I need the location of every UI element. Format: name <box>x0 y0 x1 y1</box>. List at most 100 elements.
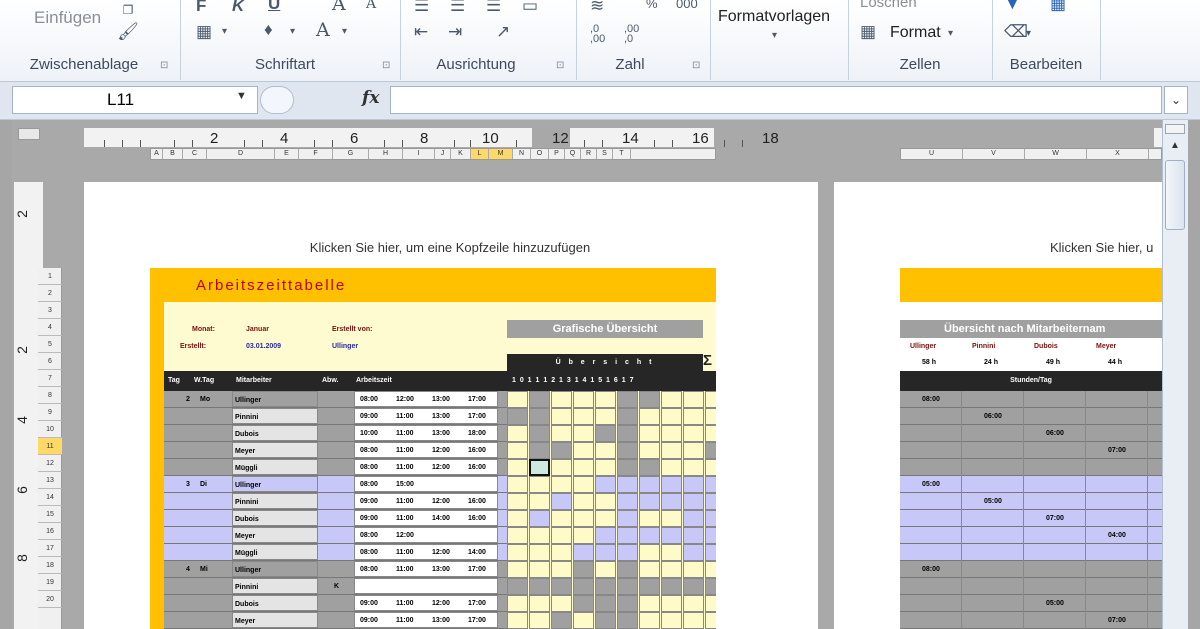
increase-indent-icon[interactable]: ⇥ <box>448 22 462 42</box>
timeline-cell[interactable] <box>551 510 572 527</box>
timeline-cell[interactable] <box>661 612 682 629</box>
column-header[interactable]: L <box>471 149 489 159</box>
summary-cell[interactable] <box>1024 476 1086 493</box>
timeline-cell[interactable] <box>661 578 682 595</box>
name-box[interactable]: L11 <box>12 86 258 114</box>
column-header[interactable]: G <box>333 149 369 159</box>
timeline-cell[interactable] <box>551 391 572 408</box>
chevron-down-icon[interactable]: ▾ <box>222 22 227 42</box>
column-header[interactable]: N <box>513 149 531 159</box>
row-header[interactable]: 4 <box>38 319 62 336</box>
timeline-cell[interactable] <box>639 459 660 476</box>
header-placeholder[interactable]: Klicken Sie hier, u <box>1050 240 1162 255</box>
mitarbeiter-cell[interactable]: Pinnini <box>232 578 318 594</box>
timeline-cell[interactable] <box>661 442 682 459</box>
currency-icon[interactable]: ≋ <box>590 0 604 16</box>
clipboard-launcher-icon[interactable]: ⊡ <box>160 60 168 71</box>
bold-button[interactable]: F <box>196 0 206 16</box>
summary-cell[interactable] <box>900 578 962 595</box>
timeline-cell[interactable] <box>661 544 682 561</box>
time-cell[interactable]: 13:00 <box>432 391 450 408</box>
row-header[interactable]: 9 <box>38 404 62 421</box>
grow-font-button[interactable]: A <box>332 0 346 14</box>
timeline-cell[interactable] <box>683 578 704 595</box>
timeline-cell[interactable] <box>705 391 716 408</box>
format-cells-icon[interactable]: ▦ <box>860 22 876 42</box>
time-cell[interactable]: 12:00 <box>396 391 414 408</box>
column-header[interactable]: O <box>531 149 549 159</box>
summary-cell[interactable] <box>962 578 1024 595</box>
thousands-button[interactable]: 000 <box>676 0 698 14</box>
time-cell[interactable]: 08:00 <box>360 476 378 493</box>
timeline-cell[interactable] <box>617 408 638 425</box>
summary-cell[interactable] <box>900 527 962 544</box>
row-header[interactable]: 20 <box>38 591 62 608</box>
row-header[interactable]: 3 <box>38 302 62 319</box>
time-cell[interactable]: 10:00 <box>360 425 378 442</box>
table-row[interactable]: Dubois 09:00 11:00 14:00 16:00 <box>164 510 507 527</box>
time-cell[interactable]: 09:00 <box>360 408 378 425</box>
summary-cell[interactable] <box>1148 578 1162 595</box>
timeline-cell[interactable] <box>573 391 594 408</box>
row-header[interactable]: 14 <box>38 489 62 506</box>
summary-cell[interactable] <box>1148 391 1162 408</box>
timeline-cell[interactable] <box>639 578 660 595</box>
paste-button[interactable]: Einfügen <box>34 8 101 28</box>
summary-cell[interactable] <box>900 612 962 629</box>
timeline-cell[interactable] <box>573 612 594 629</box>
timeline-cell[interactable] <box>683 527 704 544</box>
mitarbeiter-cell[interactable]: Meyer <box>232 527 318 543</box>
timeline-cell[interactable] <box>705 408 716 425</box>
summary-cell[interactable] <box>1086 391 1148 408</box>
timeline-cell[interactable] <box>573 510 594 527</box>
timeline-cell[interactable] <box>639 544 660 561</box>
timeline-cell[interactable] <box>551 595 572 612</box>
time-cell[interactable]: 13:00 <box>432 561 450 578</box>
timeline-cell[interactable] <box>683 544 704 561</box>
row-header[interactable]: 6 <box>38 353 62 370</box>
timeline-cell[interactable] <box>573 527 594 544</box>
font-color-button[interactable]: A <box>316 20 330 40</box>
chevron-down-icon[interactable]: ▾ <box>772 26 777 46</box>
timeline-cell[interactable] <box>683 459 704 476</box>
timeline-cell[interactable] <box>529 425 550 442</box>
scroll-up-icon[interactable]: ▲ <box>1165 140 1185 154</box>
summary-cell[interactable] <box>1086 459 1148 476</box>
timeline-cell[interactable] <box>683 391 704 408</box>
timeline-cell[interactable] <box>617 442 638 459</box>
summary-cell[interactable] <box>962 544 1024 561</box>
split-handle[interactable] <box>1165 124 1185 134</box>
increase-decimal-button[interactable]: ,0 ,00 <box>590 24 605 45</box>
time-cell[interactable]: 11:00 <box>396 442 414 459</box>
timeline-cell[interactable] <box>617 527 638 544</box>
timeline-cell[interactable] <box>661 408 682 425</box>
time-cell[interactable]: 11:00 <box>396 595 414 612</box>
styles-button[interactable]: Formatvorlagen <box>718 8 830 26</box>
time-cell[interactable]: 17:00 <box>468 391 486 408</box>
time-cell[interactable]: 08:00 <box>360 459 378 476</box>
timeline-cell[interactable] <box>507 408 528 425</box>
formula-input[interactable] <box>390 86 1162 114</box>
timeline-cell[interactable] <box>529 476 550 493</box>
timeline-cell[interactable] <box>529 578 550 595</box>
timeline-cell[interactable] <box>705 510 716 527</box>
summary-cell[interactable] <box>1148 527 1162 544</box>
timeline-cell[interactable] <box>617 476 638 493</box>
timeline-cell[interactable] <box>595 561 616 578</box>
timeline-cell[interactable] <box>705 476 716 493</box>
summary-cell[interactable] <box>900 493 962 510</box>
table-row[interactable]: Dubois 10:00 11:00 13:00 18:00 <box>164 425 507 442</box>
time-cell[interactable]: 17:00 <box>468 408 486 425</box>
summary-cell[interactable] <box>1148 493 1162 510</box>
timeline-cell[interactable] <box>507 459 528 476</box>
time-cell[interactable]: 11:00 <box>396 544 414 561</box>
timeline-cell[interactable] <box>705 578 716 595</box>
timeline-cell[interactable] <box>661 595 682 612</box>
font-launcher-icon[interactable]: ⊡ <box>382 60 390 71</box>
timeline-cell[interactable] <box>529 442 550 459</box>
timeline-cell[interactable] <box>683 425 704 442</box>
timeline-cell[interactable] <box>617 391 638 408</box>
time-cell[interactable]: 09:00 <box>360 493 378 510</box>
delete-cells-button[interactable]: Löschen <box>860 0 917 11</box>
timeline-cell[interactable] <box>705 442 716 459</box>
